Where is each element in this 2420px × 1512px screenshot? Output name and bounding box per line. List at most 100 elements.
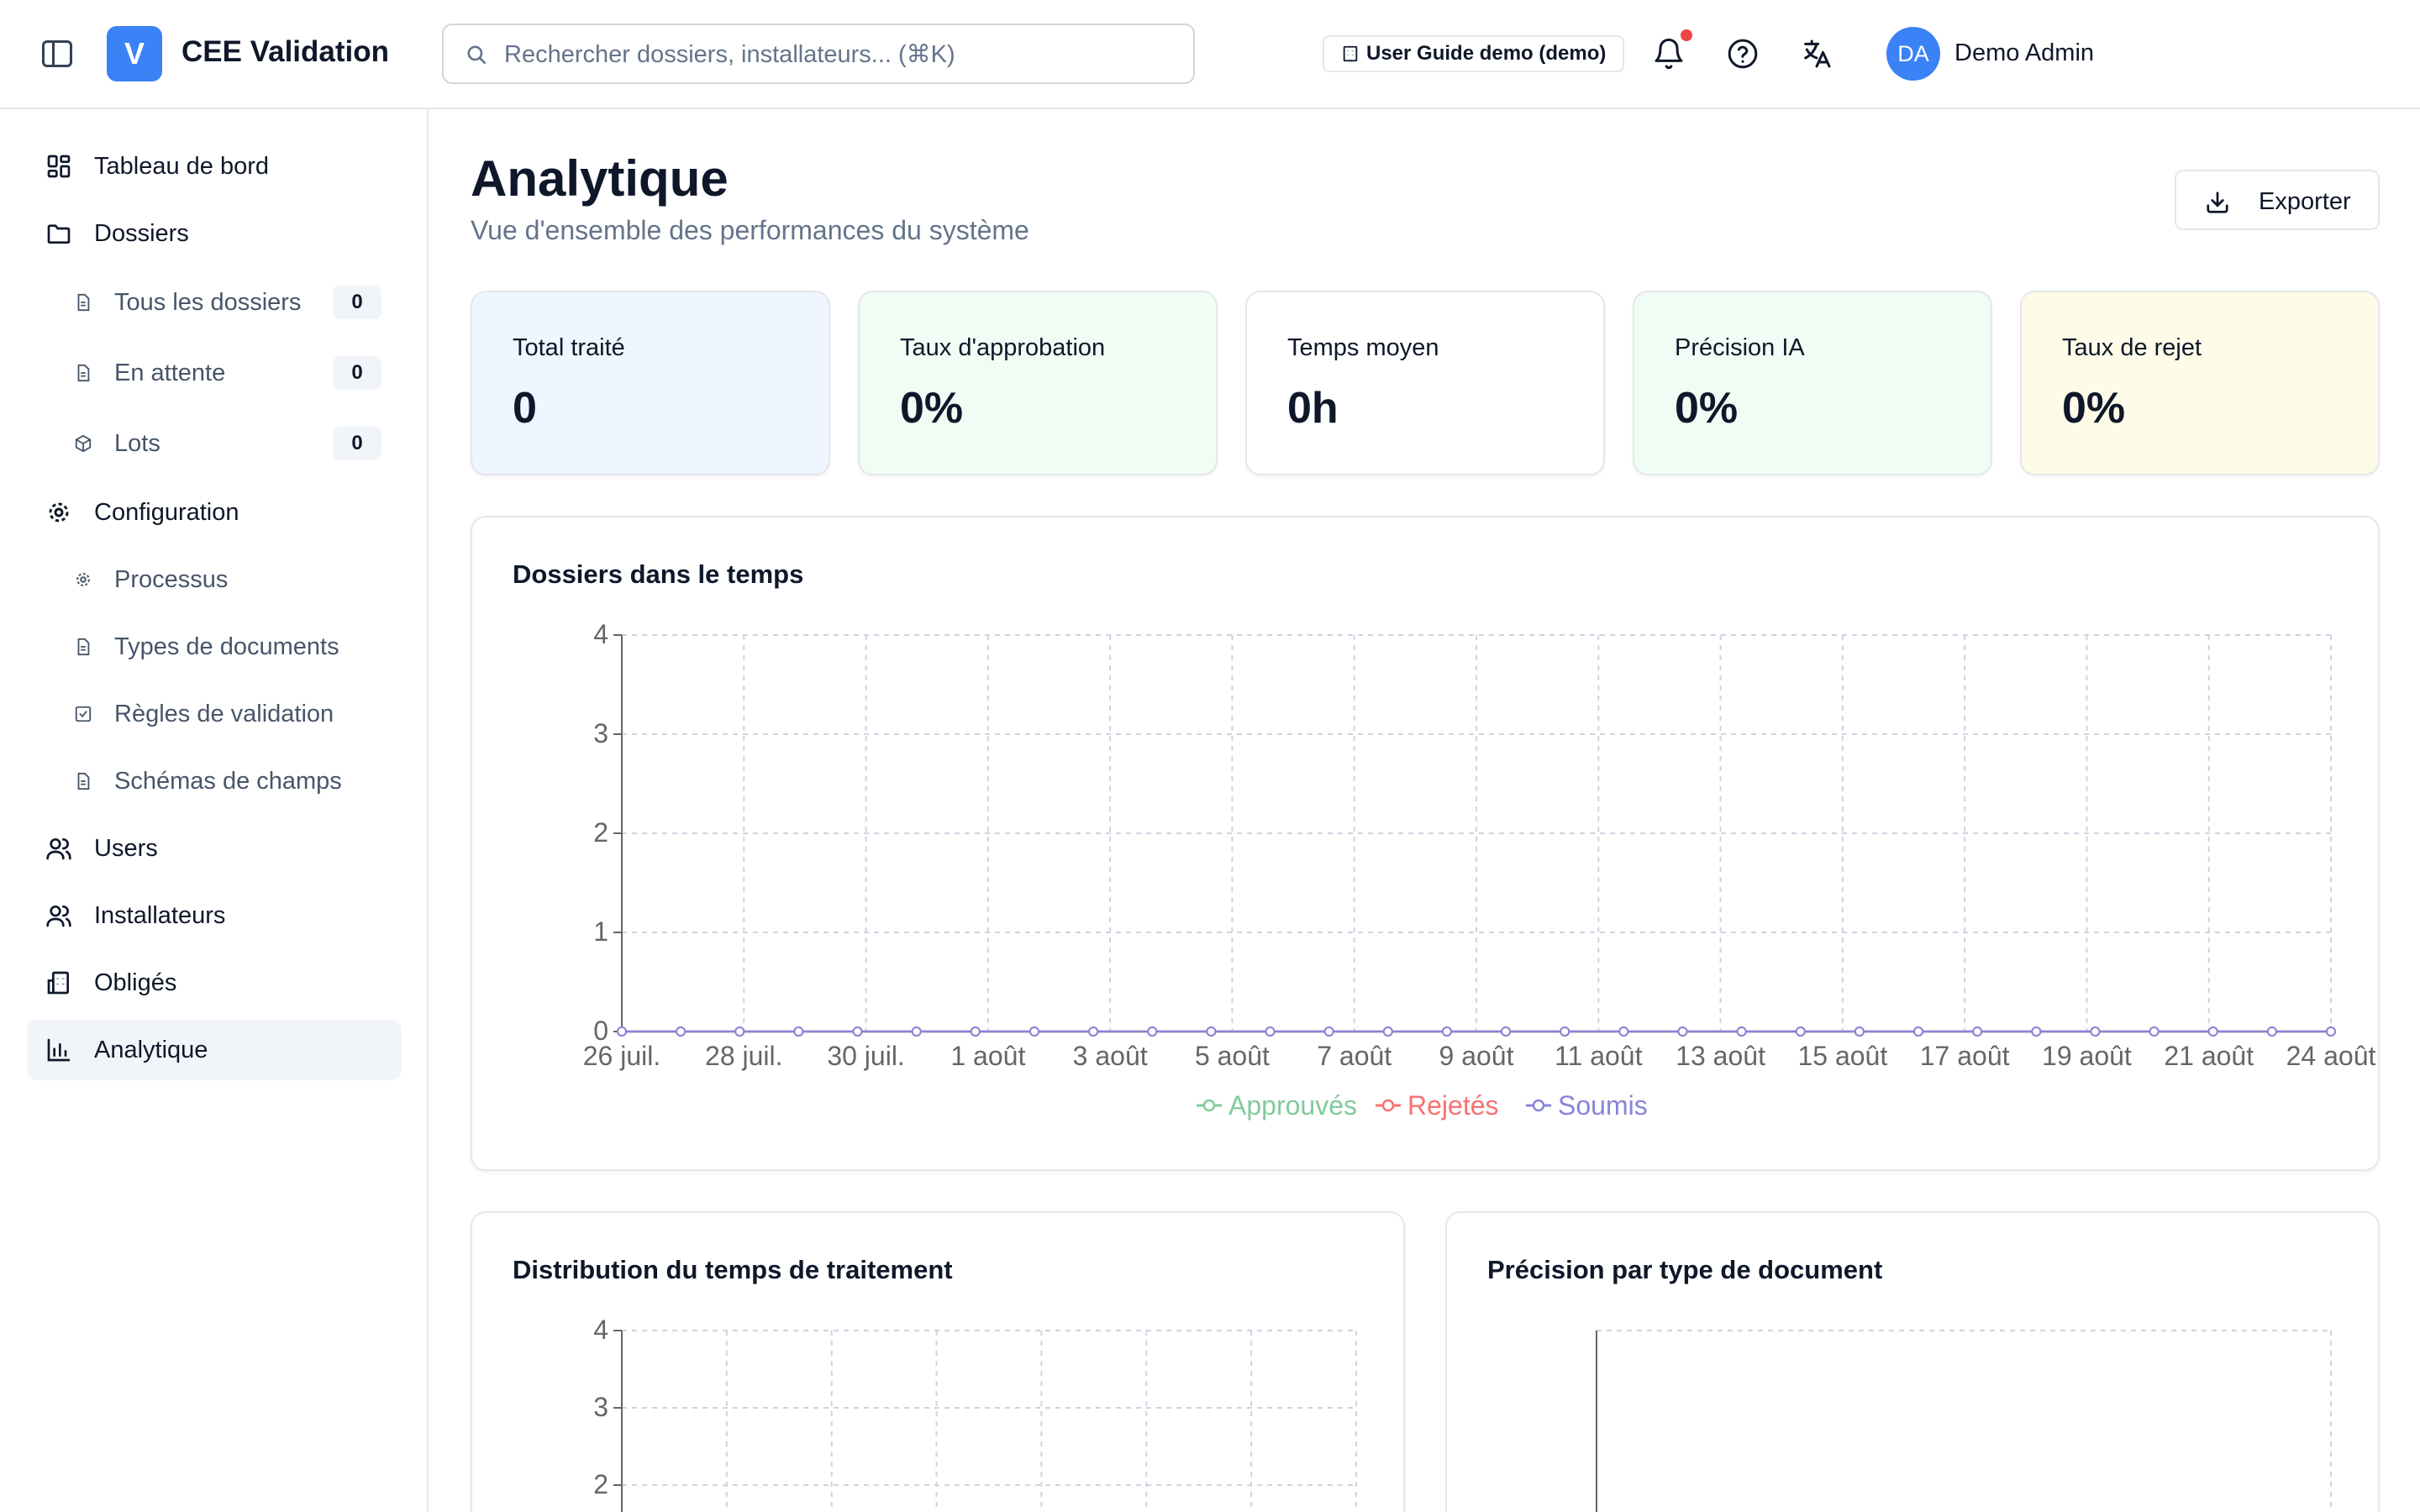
sidebar-item-schemas-de-champs[interactable]: Schémas de champs	[27, 751, 402, 811]
series-point	[1441, 1026, 1452, 1037]
sidebar-item-label: Règles de validation	[114, 700, 334, 727]
series-point	[617, 1026, 627, 1037]
series-point	[1206, 1026, 1217, 1037]
user-name[interactable]: Demo Admin	[1954, 39, 2094, 67]
search-box[interactable]	[442, 24, 1195, 84]
y-tick-label: 3	[593, 718, 608, 748]
gear-icon	[49, 502, 69, 522]
sidebar-item-tous-les-dossiers[interactable]: Tous les dossiers 0	[27, 272, 402, 333]
stat-card-total: Total traité 0	[471, 291, 830, 475]
y-tick-label: 1	[593, 916, 608, 947]
file-icon	[77, 638, 90, 656]
sidebar-item-label: Lots	[114, 429, 160, 457]
series-point	[734, 1026, 745, 1037]
series-point	[1028, 1026, 1039, 1037]
users-icon	[46, 906, 71, 927]
timeline-chart: 0123426 juil. 28 juil. 30 juil. 1 août 3 aoû…	[583, 619, 2376, 1121]
series-point	[1913, 1026, 1924, 1037]
series-point	[793, 1026, 804, 1037]
y-tick-label: 3	[593, 1392, 608, 1422]
sidebar-item-label: Dossiers	[94, 219, 189, 247]
x-tick-label: 26 juil.	[583, 1041, 661, 1071]
stat-value: 0	[513, 384, 537, 433]
x-tick-label: 1 août	[950, 1041, 1025, 1071]
sidebar-item-label: En attente	[114, 359, 226, 386]
y-tick-label: 4	[593, 1315, 608, 1345]
sidebar-item-label: Types de documents	[114, 633, 339, 660]
sidebar-item-dashboard[interactable]: Tableau de bord	[27, 136, 402, 197]
export-label: Exporter	[2259, 188, 2351, 215]
series-point	[1677, 1026, 1688, 1037]
stat-card-ai-precision: Précision IA 0%	[1633, 291, 1992, 475]
stat-label: Taux de rejet	[2062, 334, 2202, 361]
series-point	[852, 1026, 863, 1037]
package-icon	[75, 434, 92, 453]
x-tick-label: 9 août	[1439, 1041, 1514, 1071]
sidebar-item-types-de-documents[interactable]: Types de documents	[27, 617, 402, 677]
sidebar-item-users[interactable]: Users	[27, 818, 402, 879]
folder-icon	[47, 224, 71, 244]
sidebar-item-installateurs[interactable]: Installateurs	[27, 885, 402, 946]
x-tick-label: 17 août	[1920, 1041, 2010, 1071]
bell-icon[interactable]	[1652, 37, 1686, 71]
page-subtitle: Vue d'ensemble des performances du systè…	[471, 215, 1029, 245]
sidebar-item-label: Tous les dossiers	[114, 288, 302, 316]
series-point	[970, 1026, 981, 1037]
sidebar-item-obliges[interactable]: Obligés	[27, 953, 402, 1013]
sidebar-item-label: Tableau de bord	[94, 152, 269, 180]
sidebar-item-processus[interactable]: Processus	[27, 549, 402, 610]
stat-card-approval-rate: Taux d'approbation 0%	[858, 291, 1218, 475]
series-point	[1265, 1026, 1276, 1037]
stat-card-average-time: Temps moyen 0h	[1245, 291, 1605, 475]
series-point	[1618, 1026, 1629, 1037]
x-tick-label: 13 août	[1676, 1041, 1765, 1071]
check-square-icon	[75, 706, 92, 722]
sidebar-item-regles-de-validation[interactable]: Règles de validation	[27, 684, 402, 744]
stat-value: 0%	[2062, 384, 2126, 433]
series-point	[2031, 1026, 2042, 1037]
sidebar-item-label: Installateurs	[94, 901, 226, 929]
stat-card-rejection-rate: Taux de rejet 0%	[2020, 291, 2380, 475]
sidebar-item-analytique[interactable]: Analytique	[27, 1020, 402, 1080]
building-icon	[47, 971, 69, 995]
file-icon	[77, 364, 90, 382]
download-icon	[2207, 192, 2228, 213]
series-point	[1795, 1026, 1806, 1037]
series-point	[1560, 1026, 1570, 1037]
series-point	[911, 1026, 922, 1037]
series-point	[2266, 1026, 2277, 1037]
search-input[interactable]	[504, 39, 1176, 71]
sidebar-item-lots[interactable]: Lots 0	[27, 413, 402, 474]
sidebar-item-configuration[interactable]: Configuration	[27, 482, 402, 543]
sidebar-item-dossiers[interactable]: Dossiers	[27, 203, 402, 264]
count-badge: 0	[333, 356, 381, 390]
file-icon	[77, 772, 90, 790]
x-tick-label: 30 juil.	[827, 1041, 905, 1071]
translate-icon[interactable]	[1800, 37, 1833, 71]
help-icon[interactable]	[1726, 37, 1760, 71]
y-tick-label: 4	[593, 619, 608, 649]
file-icon	[77, 293, 90, 312]
x-tick-label: 19 août	[2042, 1041, 2132, 1071]
sidebar-item-en-attente[interactable]: En attente 0	[27, 343, 402, 403]
x-tick-label: 11 août	[1555, 1041, 1643, 1071]
y-tick-label: 2	[593, 1469, 608, 1499]
legend-label: Rejetés	[1407, 1090, 1499, 1121]
legend-marker-dot	[1532, 1099, 1545, 1112]
series-point	[1088, 1026, 1099, 1037]
dashboard-icon	[47, 155, 71, 178]
avatar[interactable]: DA	[1886, 27, 1940, 81]
series-point	[676, 1026, 687, 1037]
series-point	[2207, 1026, 2218, 1037]
x-tick-label: 15 août	[1797, 1041, 1887, 1071]
legend-marker-dot	[1202, 1099, 1216, 1112]
count-badge: 0	[333, 427, 381, 460]
series-point	[1323, 1026, 1334, 1037]
sidebar-toggle-icon[interactable]	[42, 40, 72, 67]
tenant-badge[interactable]: User Guide demo (demo)	[1323, 35, 1625, 72]
stat-label: Précision IA	[1675, 334, 1805, 361]
export-button[interactable]: Exporter	[2175, 170, 2380, 230]
top-header: V CEE Validation User Guide demo (demo) …	[0, 0, 2420, 109]
series-point	[1854, 1026, 1865, 1037]
y-tick-label: 2	[593, 817, 608, 848]
